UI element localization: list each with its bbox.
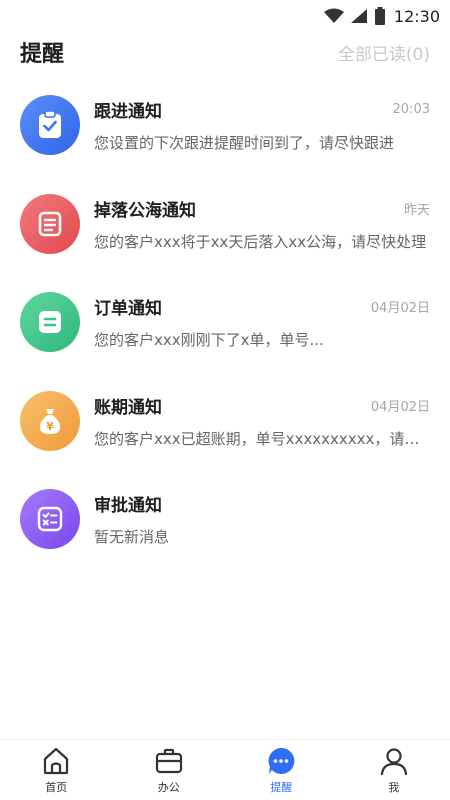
notification-title: 账期通知	[94, 397, 162, 418]
briefcase-icon	[155, 748, 182, 774]
notification-time: 昨天	[403, 202, 430, 218]
notification-avatar	[20, 193, 80, 254]
notification-time: 04月02日	[370, 399, 430, 415]
page-title: 提醒	[20, 42, 65, 67]
home-icon	[44, 747, 69, 775]
header: 提醒 全部已读(0)	[0, 32, 450, 72]
notification-title: 审批通知	[94, 496, 162, 517]
chat-bubble-icon	[268, 747, 295, 774]
tab-me[interactable]: 我	[338, 740, 450, 800]
signal-icon	[350, 9, 367, 23]
notification-message: 您的客户xxx刚刚下了x单，单号...	[94, 331, 324, 350]
notification-avatar	[20, 95, 80, 156]
notification-title: 掉落公海通知	[94, 200, 196, 221]
list-doc-icon	[38, 211, 62, 237]
clock: 12:30	[393, 6, 440, 26]
notification-item-public-pool[interactable]: 掉落公海通知 昨天 您的客户xxx将于xx天后落入xx公海，请尽快处理	[0, 175, 450, 274]
mark-all-read-button[interactable]: 全部已读(0)	[338, 40, 430, 65]
notification-message: 暂无新消息	[94, 528, 170, 547]
battery-icon	[374, 7, 385, 25]
tab-label: 办公	[157, 781, 180, 794]
status-bar: 12:30	[0, 0, 450, 32]
notification-time: 20:03	[392, 102, 430, 118]
notification-message: 您设置的下次跟进提醒时间到了，请尽快跟进	[94, 134, 395, 153]
user-icon	[380, 748, 407, 776]
approval-icon	[37, 507, 63, 532]
notification-avatar	[20, 292, 80, 353]
order-doc-icon	[39, 311, 61, 334]
wifi-icon	[323, 8, 344, 23]
notification-list: 跟进通知 20:03 您设置的下次跟进提醒时间到了，请尽快跟进 掉落公海通知 昨…	[0, 76, 450, 569]
notification-message: 您的客户xxx将于xx天后落入xx公海，请尽快处理	[94, 232, 427, 251]
clipboard-check-icon	[39, 111, 61, 139]
notification-item-order[interactable]: 订单通知 04月02日 您的客户xxx刚刚下了x单，单号...	[0, 273, 450, 372]
tab-office[interactable]: 办公	[113, 740, 226, 800]
tab-label: 提醒	[270, 781, 293, 794]
tab-label: 我	[388, 781, 400, 794]
tab-home[interactable]: 首页	[0, 740, 113, 800]
notification-item-approval[interactable]: 审批通知 暂无新消息	[0, 470, 450, 569]
tab-label: 首页	[45, 781, 68, 794]
notification-avatar: ¥	[20, 390, 80, 451]
notification-message: 您的客户xxx已超账期，单号xxxxxxxxxx，请尽快处理	[94, 429, 430, 448]
notification-avatar	[20, 489, 80, 550]
notification-time: 04月02日	[370, 301, 430, 317]
notification-item-payment-term[interactable]: ¥ 账期通知 04月02日 您的客户xxx已超账期，单号xxxxxxxxxx，请…	[0, 372, 450, 471]
notification-title: 跟进通知	[94, 102, 162, 123]
svg-text:¥: ¥	[46, 420, 54, 433]
notification-title: 订单通知	[94, 299, 162, 320]
notification-item-follow-up[interactable]: 跟进通知 20:03 您设置的下次跟进提醒时间到了，请尽快跟进	[0, 76, 450, 175]
money-bag-icon: ¥	[39, 408, 61, 434]
tab-reminders[interactable]: 提醒	[225, 740, 338, 800]
bottom-tab-bar: 首页 办公 提醒 我	[0, 739, 450, 800]
